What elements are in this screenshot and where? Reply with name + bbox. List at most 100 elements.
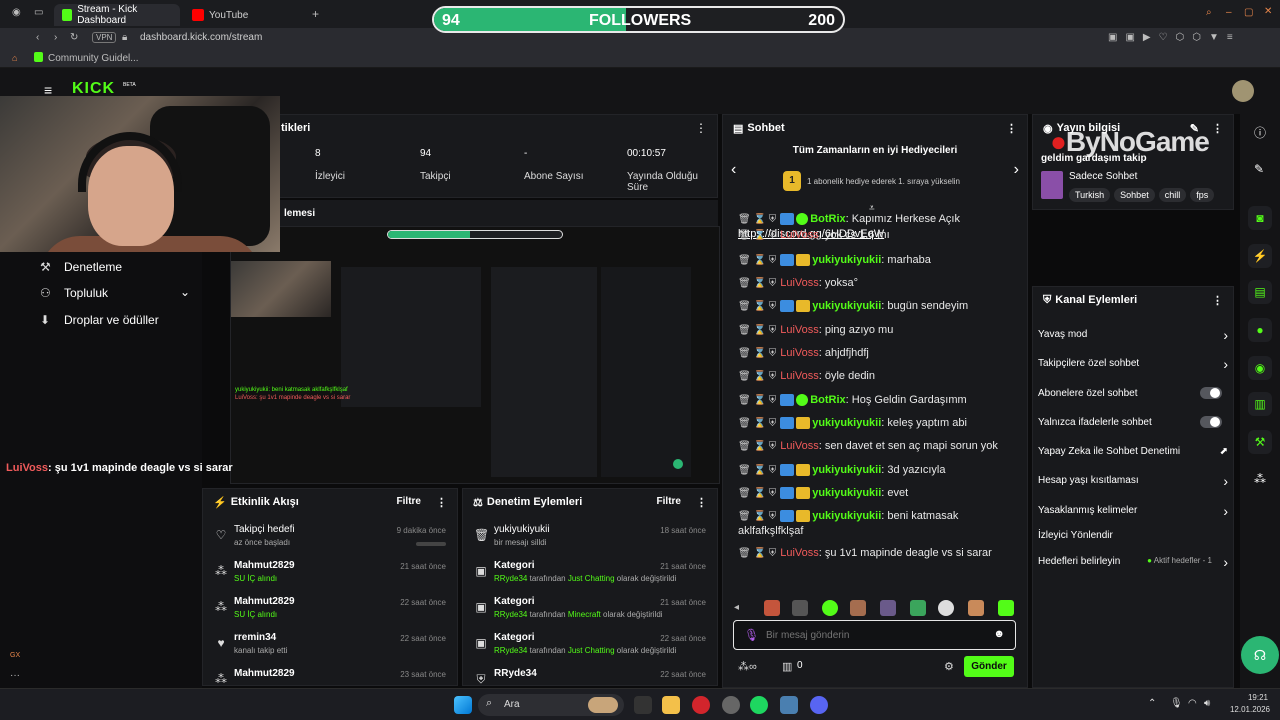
tab-kick-dashboard[interactable]: Stream - Kick Dashboard: [54, 4, 180, 26]
nav-drops[interactable]: ⬇ Droplar ve ödüller: [40, 313, 159, 327]
nav-community[interactable]: ⚇ Topluluk ⌄: [40, 285, 190, 300]
chat-message[interactable]: 🗑︎ ⌛ ⛨ yukiyukiyukii: 3d yazıcıyla: [738, 463, 1023, 478]
chat-message[interactable]: 🗑︎ ⌛ ⛨ LuiVoss: ahjdfjhdfj: [738, 346, 1023, 361]
emote-icon[interactable]: [850, 600, 866, 616]
chat-username[interactable]: LuiVoss: [780, 547, 819, 559]
emote-icon[interactable]: [822, 600, 838, 616]
chat-username[interactable]: yukiyukiyukii: [812, 417, 881, 429]
chat-message[interactable]: 🗑︎ ⌛ ⛨ LuiVoss: şu 1v1 mapinde deagle vs …: [738, 546, 1023, 561]
moderation-menu-icon[interactable]: ⋮: [696, 496, 707, 509]
chat-username[interactable]: LuiVoss: [780, 440, 819, 452]
connections-icon[interactable]: ⁂: [1254, 472, 1266, 486]
microphone-icon[interactable]: 🎙︎: [744, 628, 759, 642]
nav-moderation[interactable]: ⚒ Denetleme: [40, 260, 122, 274]
send-button[interactable]: Gönder: [964, 656, 1014, 677]
action-account-age[interactable]: Hesap yaşı kısıtlaması ›: [1038, 473, 1228, 489]
close-icon[interactable]: ✕: [1264, 6, 1272, 17]
chat-username[interactable]: BotRix: [810, 213, 845, 225]
info-icon[interactable]: ⓘ: [1254, 124, 1266, 141]
obs-icon[interactable]: [722, 696, 740, 714]
mod-actions-icon[interactable]: 🗑︎ ⌛ ⛨: [738, 441, 776, 452]
activity-menu-icon[interactable]: ⋮: [436, 496, 447, 509]
channel-actions-menu-icon[interactable]: ⋮: [1212, 294, 1223, 307]
volume-icon[interactable]: 🔊︎: [1204, 698, 1210, 709]
chat-message[interactable]: 🗑︎ ⌛ ⛨ yukiyukiyukii: keleş yaptım abi: [738, 416, 1023, 431]
vpn-badge[interactable]: VPN: [92, 32, 117, 43]
clock-date[interactable]: 12.01.2026: [1226, 705, 1270, 714]
chat-input[interactable]: [766, 627, 976, 643]
chat-username[interactable]: yukiyukiyukii: [812, 510, 881, 522]
extension-icons[interactable]: ▣▣▶♡⬡⬡▼≡: [1108, 32, 1241, 43]
chat-message[interactable]: 🗑︎ ⌛ ⛨ BotRix: Hoş Geldin Gardaşımm: [738, 393, 1023, 408]
chat-username[interactable]: LuiVoss: [780, 324, 819, 336]
chat-username[interactable]: LuiVoss: [780, 277, 819, 289]
emote-icon[interactable]: [968, 600, 984, 616]
tray-chevron-icon[interactable]: ⌃: [1148, 698, 1156, 709]
chat-message[interactable]: 🗑︎ ⌛ ⛨ LuiVoss: öyle dedin: [738, 369, 1023, 384]
mod-actions-icon[interactable]: 🗑︎ ⌛ ⛨: [738, 548, 776, 559]
minimize-icon[interactable]: –: [1226, 7, 1232, 18]
chat-message[interactable]: 🗑︎ ⌛ ⛨ LuiVoss: ping azıyo mu: [738, 323, 1023, 338]
task-view-icon[interactable]: [634, 696, 652, 714]
chat-message[interactable]: 🗑︎ ⌛ ⛨ yukiyukiyukii: evet: [738, 486, 1023, 501]
mod-actions-icon[interactable]: 🗑︎ ⌛ ⛨: [738, 395, 776, 406]
mod-actions-icon[interactable]: 🗑︎ ⌛ ⛨: [738, 230, 776, 241]
game-icon[interactable]: [780, 696, 798, 714]
mod-actions-icon[interactable]: 🗑︎ ⌛ ⛨: [738, 418, 776, 429]
stats-menu-icon[interactable]: ⋮: [695, 121, 707, 135]
emote-icon[interactable]: [938, 600, 954, 616]
gifters-prev-icon[interactable]: ‹: [731, 161, 736, 179]
lightning-icon[interactable]: ⚡: [1248, 244, 1272, 268]
mod-actions-icon[interactable]: 🗑︎ ⌛ ⛨: [738, 465, 776, 476]
emoji-icon[interactable]: ☻: [993, 628, 1005, 640]
chat-input-box[interactable]: 🎙︎ ☻: [733, 620, 1016, 650]
url-text[interactable]: dashboard.kick.com/stream: [140, 32, 262, 43]
new-tab-icon[interactable]: +: [312, 7, 319, 21]
action-emotes-only[interactable]: Yalnızca ifadelerle sohbet: [1038, 416, 1228, 428]
tabs-list-icon[interactable]: ▭: [34, 7, 43, 18]
tab-youtube[interactable]: YouTube: [184, 4, 304, 26]
stream-info-menu-icon[interactable]: ⋮: [1212, 122, 1223, 135]
emote-icon[interactable]: [764, 600, 780, 616]
back-icon[interactable]: ‹: [36, 32, 39, 43]
wifi-icon[interactable]: ◠: [1188, 698, 1197, 709]
action-set-goals[interactable]: Hedefleri belirleyin ● Aktif hedefler - …: [1038, 554, 1228, 570]
emote-icon[interactable]: [792, 600, 808, 616]
mod-actions-icon[interactable]: 🗑︎ ⌛ ⛨: [738, 371, 776, 382]
microphone-icon[interactable]: 🎙︎: [1170, 698, 1183, 709]
mod-actions-icon[interactable]: 🗑︎ ⌛ ⛨: [738, 255, 776, 266]
mod-actions-icon[interactable]: 🗑︎ ⌛ ⛨: [738, 511, 776, 522]
opera-gx-icon[interactable]: [692, 696, 710, 714]
chat-bubble-icon[interactable]: ●: [1248, 318, 1272, 342]
discord-icon[interactable]: [810, 696, 828, 714]
toggle-switch[interactable]: [1200, 387, 1222, 399]
mod-actions-icon[interactable]: 🗑︎ ⌛ ⛨: [738, 278, 776, 289]
taskbar-search[interactable]: ⌕ Ara: [478, 694, 624, 716]
chat-username[interactable]: yukiyukiyukii: [812, 464, 881, 476]
layout-icon[interactable]: ▥: [1248, 392, 1272, 416]
action-banned-words[interactable]: Yasaklanmış kelimeler ›: [1038, 503, 1228, 519]
chat-username[interactable]: BotRix: [810, 394, 845, 406]
action-followers-only[interactable]: Takipçilere özel sohbet ›: [1038, 356, 1228, 372]
action-subscribers-only[interactable]: Abonelere özel sohbet: [1038, 387, 1228, 399]
chat-username[interactable]: yukiyukiyukii: [812, 254, 881, 266]
browser-menu-icon[interactable]: ◉: [12, 7, 21, 18]
bookmark-community-guidelines[interactable]: Community Guidel...: [48, 53, 139, 64]
chat-message[interactable]: 🗑︎ ⌛ ⛨ LuiVoss: sen davet et sen aç mapi …: [738, 439, 1023, 454]
pencil-icon[interactable]: ✎: [1254, 162, 1264, 176]
file-explorer-icon[interactable]: [662, 696, 680, 714]
mod-actions-icon[interactable]: 🗑︎ ⌛ ⛨: [738, 488, 776, 499]
settings-icon[interactable]: ⚙: [944, 660, 954, 673]
more-icon[interactable]: ···: [10, 670, 20, 681]
chat-menu-icon[interactable]: ⋮: [1006, 122, 1017, 135]
avatar[interactable]: [1232, 80, 1254, 102]
broadcast-icon[interactable]: ◉: [1248, 356, 1272, 380]
chat-username[interactable]: yukiyukiyukii: [812, 300, 881, 312]
camera-icon[interactable]: ◙: [1248, 206, 1272, 230]
emote-icon[interactable]: [998, 600, 1014, 616]
chat-features-icon[interactable]: ⁂∞: [738, 660, 757, 673]
chat-message[interactable]: 🗑︎ ⌛ ⛨ LuiVoss: yok cs 1.6 mı: [738, 228, 1023, 243]
chat-message[interactable]: 🗑︎ ⌛ ⛨ yukiyukiyukii: marhaba: [738, 253, 1023, 268]
action-ai-moderation[interactable]: Yapay Zeka ile Sohbet Denetimi ⬈: [1038, 446, 1228, 457]
chat-username[interactable]: yukiyukiyukii: [812, 487, 881, 499]
